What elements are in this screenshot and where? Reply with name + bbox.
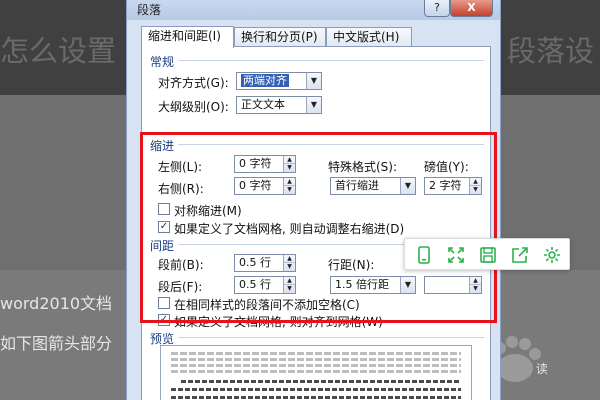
spacing-after-spinner[interactable]: 0.5 行 ▲ ▼ [234, 276, 296, 294]
spin-up-icon[interactable]: ▲ [470, 178, 481, 186]
indent-left-label: 左侧(L): [158, 160, 203, 174]
line-spacing-select[interactable]: 1.5 倍行距 ▼ [330, 276, 416, 294]
article-line-2: 如下图箭头部分 [0, 334, 113, 353]
spacing-section-title: 间距 [150, 239, 175, 253]
close-button[interactable]: X [450, 0, 493, 17]
tab-asian-typography[interactable]: 中文版式(H) [326, 27, 412, 47]
spin-down-icon[interactable]: ▼ [284, 164, 295, 172]
no-space-same-style-label: 在相同样式的段落间不添加空格(C) [174, 298, 360, 312]
spin-up-icon[interactable]: ▲ [284, 277, 295, 285]
line-spacing-label: 行距(N): [328, 258, 375, 272]
tab-panel: 常规 对齐方式(G): 两端对齐 ▼ 大纲级别(O): 正文文本 ▼ 缩进 左侧… [141, 46, 491, 400]
preview-line [171, 370, 461, 373]
indent-by-spinner[interactable]: 2 字符 ▲ ▼ [424, 177, 482, 195]
special-indent-value: 首行缩进 [335, 179, 379, 192]
spin-down-icon[interactable]: ▼ [284, 263, 295, 271]
chevron-down-icon[interactable]: ▼ [400, 277, 415, 293]
settings-icon[interactable] [541, 244, 563, 266]
indent-by-value: 2 字符 [429, 179, 462, 192]
tab-indents-spacing[interactable]: 缩进和间距(I) [141, 26, 234, 48]
line-spacing-at-spinner[interactable]: ▲ ▼ [424, 276, 482, 294]
indent-separator [178, 144, 484, 145]
outline-level-value: 正文文本 [241, 98, 285, 111]
banner-title-left: 怎么设置 [0, 34, 117, 68]
mirror-indents-checkbox[interactable] [158, 203, 170, 215]
spin-down-icon[interactable]: ▼ [470, 186, 481, 194]
spin-down-icon[interactable]: ▼ [284, 285, 295, 293]
banner-title-right: 段落设 [507, 34, 595, 68]
floating-toolbar [404, 238, 570, 270]
alignment-value: 两端对齐 [241, 74, 289, 87]
paragraph-dialog: 段落 ? X 缩进和间距(I) 换行和分页(P) 中文版式(H) 常规 对齐方式… [126, 0, 501, 400]
mirror-indents-label: 对称缩进(M) [174, 204, 242, 218]
save-icon[interactable] [477, 244, 499, 266]
general-section-title: 常规 [150, 55, 175, 69]
snap-to-grid-label: 如果定义了文档网格, 则对齐到网格(W) [174, 315, 383, 329]
spin-up-icon[interactable]: ▲ [470, 277, 481, 285]
preview-line [171, 352, 461, 355]
spacing-before-label: 段前(B): [158, 258, 204, 272]
indent-right-spinner[interactable]: 0 字符 ▲ ▼ [234, 177, 296, 195]
indent-left-value: 0 字符 [239, 157, 272, 170]
preview-sample-line [171, 396, 461, 399]
chevron-down-icon[interactable]: ▼ [306, 73, 321, 89]
spin-up-icon[interactable]: ▲ [284, 178, 295, 186]
line-spacing-value: 1.5 倍行距 [335, 278, 389, 291]
preview-pane [160, 345, 472, 400]
phone-icon[interactable] [413, 244, 435, 266]
indent-by-label: 磅值(Y): [424, 160, 469, 174]
spacing-after-label: 段后(F): [158, 280, 203, 294]
spacing-before-spinner[interactable]: 0.5 行 ▲ ▼ [234, 254, 296, 272]
outline-level-label: 大纲级别(O): [158, 100, 229, 114]
tab-line-page-breaks[interactable]: 换行和分页(P) [234, 27, 326, 47]
alignment-label: 对齐方式(G): [158, 76, 229, 90]
preview-sample-line [181, 380, 461, 383]
dialog-titlebar[interactable]: 段落 ? X [127, 0, 500, 20]
chevron-down-icon[interactable]: ▼ [400, 178, 415, 194]
preview-sample-line [171, 388, 461, 391]
no-space-same-style-checkbox[interactable] [158, 297, 170, 309]
auto-right-indent-checkbox[interactable]: ✓ [158, 221, 170, 233]
spin-up-icon[interactable]: ▲ [284, 255, 295, 263]
chevron-down-icon[interactable]: ▼ [306, 97, 321, 113]
spin-down-icon[interactable]: ▼ [470, 285, 481, 293]
auto-right-indent-label: 如果定义了文档网格, 则自动调整右缩进(D) [174, 222, 405, 236]
article-line-1: word2010文档 [0, 294, 113, 313]
snap-to-grid-checkbox[interactable]: ✓ [158, 314, 170, 326]
special-indent-select[interactable]: 首行缩进 ▼ [330, 177, 416, 195]
preview-line [171, 358, 461, 361]
share-icon[interactable] [509, 244, 531, 266]
preview-line [171, 364, 461, 367]
expand-icon[interactable] [445, 244, 467, 266]
indent-right-value: 0 字符 [239, 179, 272, 192]
indent-left-spinner[interactable]: 0 字符 ▲ ▼ [234, 155, 296, 173]
dialog-title: 段落 [137, 3, 162, 17]
spacing-before-value: 0.5 行 [239, 256, 271, 269]
spin-down-icon[interactable]: ▼ [284, 186, 295, 194]
special-indent-label: 特殊格式(S): [328, 160, 398, 174]
outline-level-select[interactable]: 正文文本 ▼ [236, 96, 322, 114]
alignment-select[interactable]: 两端对齐 ▼ [236, 72, 322, 90]
general-separator [178, 60, 484, 61]
indent-section-title: 缩进 [150, 139, 175, 153]
help-button[interactable]: ? [424, 0, 450, 17]
preview-separator [178, 337, 484, 338]
spacing-after-value: 0.5 行 [239, 278, 271, 291]
indent-right-label: 右侧(R): [158, 182, 204, 196]
spin-up-icon[interactable]: ▲ [284, 156, 295, 164]
